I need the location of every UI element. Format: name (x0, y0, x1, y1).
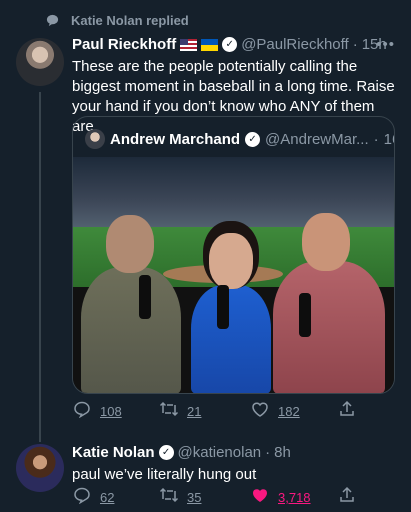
announcer-right-head (302, 213, 350, 271)
tweet-photo[interactable] (73, 157, 394, 393)
author-handle: @AndrewMar... (265, 130, 369, 148)
tweet-header: Katie Nolan ✓ @katienolan · 8h (72, 444, 291, 461)
speech-bubble-icon (46, 14, 59, 27)
like-count: 182 (278, 404, 300, 419)
author-name[interactable]: Paul Rieckhoff (72, 36, 176, 53)
avatar[interactable] (16, 38, 64, 86)
ukraine-flag-icon (201, 38, 219, 51)
reply-context: Katie Nolan replied (46, 13, 189, 28)
like-button[interactable]: 182 (250, 400, 333, 423)
avatar[interactable] (16, 444, 64, 492)
microphone (217, 285, 229, 329)
author-name: Andrew Marchand (110, 130, 241, 148)
retweet-icon (159, 400, 179, 423)
announcer-left-head (106, 215, 154, 273)
tweet-text: paul we’ve literally hung out (72, 466, 257, 483)
like-icon (250, 486, 270, 509)
us-flag-icon (180, 38, 198, 51)
tweet-actions: 108 21 182 (72, 400, 411, 423)
retweet-count: 35 (187, 490, 202, 505)
quoted-tweet[interactable]: Andrew Marchand ✓ @AndrewMar... · 16h (72, 116, 395, 394)
tweet-actions: 62 35 3,718 (72, 486, 411, 509)
like-button[interactable]: 3,718 (250, 486, 333, 509)
microphone (299, 293, 311, 337)
announcer-right (273, 261, 385, 393)
share-icon (337, 486, 357, 509)
retweet-button[interactable]: 35 (159, 486, 242, 509)
retweet-count: 21 (187, 404, 202, 419)
reply-icon (72, 486, 92, 509)
reply-count: 108 (100, 404, 122, 419)
reply-button[interactable]: 108 (72, 400, 155, 423)
tweet-time[interactable]: 8h (274, 444, 291, 461)
verified-icon: ✓ (245, 131, 261, 147)
thread-line (39, 92, 41, 442)
announcer-center-head (209, 233, 253, 289)
tweet-time: 16h (383, 130, 394, 148)
author-handle[interactable]: @katienolan (178, 444, 262, 461)
reply-count: 62 (100, 490, 115, 505)
like-count: 3,718 (278, 490, 311, 505)
share-button[interactable] (337, 400, 411, 423)
reply-button[interactable]: 62 (72, 486, 155, 509)
share-button[interactable] (337, 486, 411, 509)
verified-icon: ✓ (222, 37, 238, 52)
author-name[interactable]: Katie Nolan (72, 444, 155, 461)
reply-context-text: Katie Nolan replied (71, 13, 189, 28)
announcer-center (191, 285, 271, 393)
share-icon (337, 400, 357, 423)
avatar (85, 129, 105, 149)
retweet-button[interactable]: 21 (159, 400, 242, 423)
retweet-icon (159, 486, 179, 509)
more-icon[interactable]: ••• (376, 36, 395, 53)
quoted-tweet-header: Andrew Marchand ✓ @AndrewMar... · 16h (85, 129, 394, 149)
verified-icon: ✓ (158, 445, 174, 460)
announcer-left (81, 267, 181, 393)
like-icon (250, 400, 270, 423)
tweet-header: Paul Rieckhoff ✓ @PaulRieckhoff · 15h (72, 36, 387, 53)
microphone (139, 275, 151, 319)
reply-icon (72, 400, 92, 423)
author-handle[interactable]: @PaulRieckhoff (241, 36, 349, 53)
